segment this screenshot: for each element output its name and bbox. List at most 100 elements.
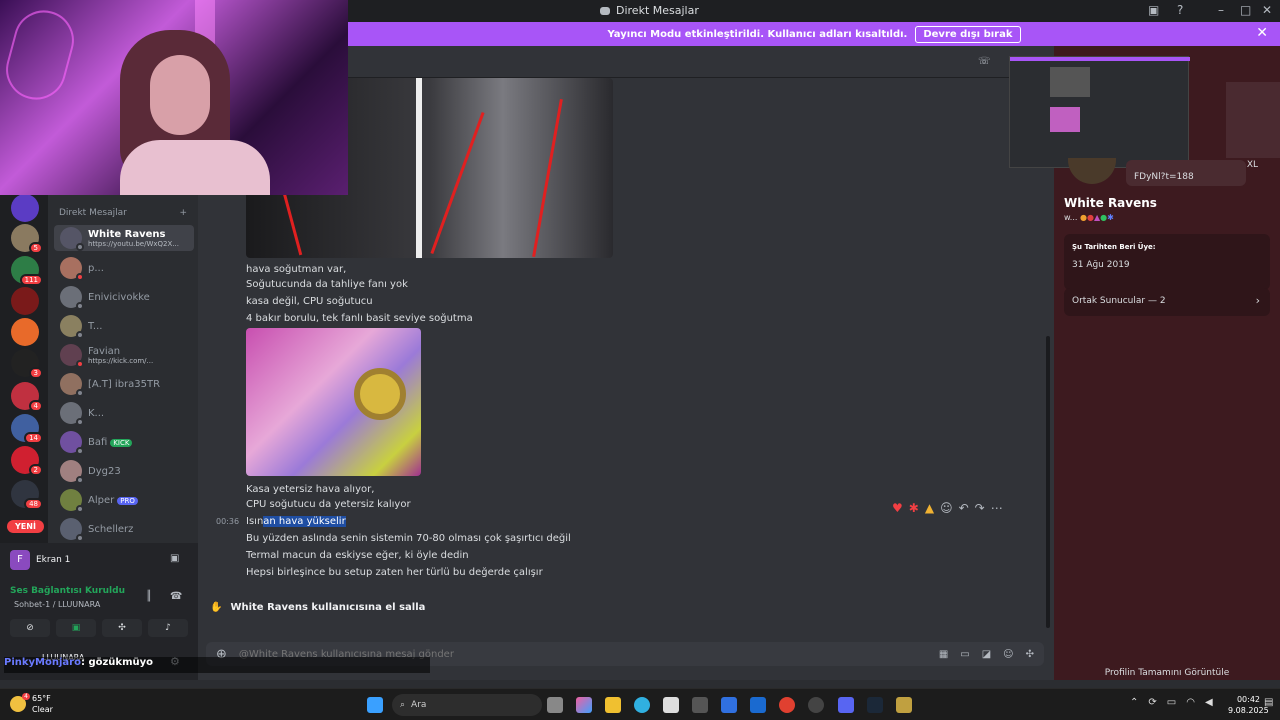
forward-icon[interactable]: ↷ xyxy=(975,501,985,515)
add-reaction-icon[interactable]: ☺ xyxy=(940,501,953,515)
voice-channel[interactable]: Sohbet-1 / LLUUNARA xyxy=(14,600,100,609)
apps-icon[interactable]: ✣ xyxy=(1026,649,1034,660)
dm-item[interactable]: K... xyxy=(54,400,194,426)
steam-icon[interactable] xyxy=(867,697,883,713)
dm-item[interactable]: p... xyxy=(54,255,194,281)
dm-item[interactable]: [A.T] ibra35TR xyxy=(54,371,194,397)
voice-activity-icon[interactable]: ║ xyxy=(146,591,152,602)
gift-icon[interactable]: ▦ xyxy=(939,649,948,660)
server-icon[interactable]: 5 xyxy=(11,224,43,254)
dm-item[interactable]: Bafi KICK xyxy=(54,429,194,455)
sticker-icon[interactable]: ◪ xyxy=(982,649,991,660)
emoji-icon[interactable]: ☺ xyxy=(1003,649,1013,660)
server-icon[interactable]: 48 xyxy=(11,480,43,510)
notification-bell-icon[interactable]: ▤ xyxy=(1264,697,1273,708)
discord-icon xyxy=(600,6,610,15)
server-icon[interactable] xyxy=(11,287,39,315)
activities-button[interactable]: ✣ xyxy=(102,619,142,637)
dm-item[interactable]: T... xyxy=(54,313,194,339)
reply-icon[interactable]: ↶ xyxy=(959,501,969,515)
dm-name: Alper PRO xyxy=(88,495,138,506)
task-view-icon[interactable] xyxy=(547,697,563,713)
volume-icon[interactable]: ◀ xyxy=(1205,697,1213,708)
dm-item[interactable]: Dyg23 xyxy=(54,458,194,484)
maximize-button[interactable]: □ xyxy=(1240,3,1251,17)
new-unread-pill[interactable]: YENİ xyxy=(7,520,44,533)
message-line: hava soğutman var, xyxy=(246,264,347,275)
store-icon[interactable] xyxy=(663,697,679,713)
close-window-button[interactable]: ✕ xyxy=(1262,3,1272,17)
close-banner-icon[interactable]: ✕ xyxy=(1256,25,1268,41)
view-full-profile-link[interactable]: Profilin Tamamını Görüntüle xyxy=(1054,668,1280,678)
voice-status[interactable]: Ses Bağlantısı Kuruldu xyxy=(10,586,125,596)
profile-link-suffix: XL xyxy=(1246,160,1258,170)
popout-icon[interactable]: ▣ xyxy=(170,553,179,564)
dm-status-text: https://kick.com/... xyxy=(88,356,154,365)
edge-icon[interactable] xyxy=(634,697,650,713)
server-icon[interactable]: 2 xyxy=(11,446,43,476)
server-icon[interactable] xyxy=(11,194,39,222)
outlook-icon[interactable] xyxy=(750,697,766,713)
chrome-icon[interactable] xyxy=(779,697,795,713)
overlay-username: PinkyMonjaro xyxy=(4,657,81,668)
mutual-servers-row[interactable]: Ortak Sunucular — 2 › xyxy=(1064,288,1270,316)
gif-icon[interactable]: ▭ xyxy=(960,649,969,660)
avatar xyxy=(60,315,84,339)
dm-item[interactable]: Favian https://kick.com/... xyxy=(54,342,194,368)
discord-icon[interactable] xyxy=(838,697,854,713)
heart-reaction-icon[interactable]: ♥ xyxy=(892,501,903,515)
disconnect-icon[interactable]: ☎ xyxy=(170,591,182,602)
weather-widget[interactable]: 4 65°F Clear xyxy=(10,693,53,715)
thumbs-up-icon[interactable]: ▲ xyxy=(925,501,934,515)
profile-link-chip[interactable]: FDyNl?t=188 XL xyxy=(1126,160,1258,186)
attachment-image-cpu-cooler[interactable] xyxy=(246,328,421,476)
screen-share-button[interactable]: ▣ xyxy=(56,619,96,637)
app-icon[interactable] xyxy=(692,697,708,713)
message-line: 4 bakır borulu, tek fanlı basit seviye s… xyxy=(246,313,473,324)
clock-time: 00:42 xyxy=(1236,695,1260,704)
camera-off-button[interactable]: ⊘ xyxy=(10,619,50,637)
badge-icon: ● xyxy=(1086,213,1094,222)
reaction-icon[interactable]: ✱ xyxy=(909,501,919,515)
more-options-icon[interactable]: ⋯ xyxy=(991,501,1003,515)
server-icon[interactable]: 3 xyxy=(11,349,43,379)
file-explorer-icon[interactable] xyxy=(605,697,621,713)
disable-streamer-mode-button[interactable]: Devre dışı bırak xyxy=(915,25,1021,43)
taskbar-search[interactable]: ⌕ Ara xyxy=(392,694,542,716)
dm-item[interactable]: Schellerz xyxy=(54,516,194,542)
window-title-text: Direkt Mesajlar xyxy=(616,4,699,17)
screen-share-row[interactable]: F Ekran 1 xyxy=(10,550,70,570)
help-icon[interactable]: ? xyxy=(1177,3,1183,17)
app-icon[interactable] xyxy=(808,697,824,713)
scrollbar[interactable] xyxy=(1046,336,1050,628)
dm-item[interactable]: Alper PRO xyxy=(54,487,194,513)
dm-name: T... xyxy=(88,320,103,332)
server-icon[interactable]: 111 xyxy=(11,256,43,286)
inbox-icon[interactable]: ▣ xyxy=(1148,3,1159,17)
app-icon[interactable] xyxy=(896,697,912,713)
copilot-icon[interactable] xyxy=(576,697,592,713)
sync-icon[interactable]: ⟳ xyxy=(1148,697,1156,708)
mention-badge: 3 xyxy=(28,367,43,379)
add-dm-icon[interactable]: + xyxy=(179,208,187,218)
dm-name-text: Alper xyxy=(88,494,115,506)
wifi-icon[interactable]: ◠ xyxy=(1186,697,1195,708)
windows-taskbar: 4 65°F Clear ⌕ Ara ⌃ ⟳ ▭ ◠ ◀ 00:42 9.08.… xyxy=(0,688,1280,720)
minimize-button[interactable]: – xyxy=(1218,3,1224,17)
server-icon[interactable]: 4 xyxy=(11,382,43,412)
dm-item[interactable]: White Ravens https://youtu.be/WxQ2X... xyxy=(54,225,194,251)
dm-item[interactable]: Enivicivokke xyxy=(54,284,194,310)
server-icon[interactable] xyxy=(11,318,39,346)
clock[interactable]: 00:42 9.08.2025 xyxy=(1228,694,1269,716)
voice-call-icon[interactable]: ☏ xyxy=(978,56,991,67)
dm-name: p... xyxy=(88,262,104,274)
server-icon[interactable]: 14 xyxy=(11,414,43,444)
chevron-up-icon[interactable]: ⌃ xyxy=(1130,697,1138,708)
start-button[interactable] xyxy=(367,697,383,713)
profile-banner-preview xyxy=(1009,56,1190,168)
vscode-icon[interactable] xyxy=(721,697,737,713)
wave-prompt[interactable]: ✋ White Ravens kullanıcısına el salla xyxy=(210,602,425,613)
battery-icon[interactable]: ▭ xyxy=(1167,697,1176,708)
weather-moon-icon: 4 xyxy=(10,693,30,712)
soundboard-button[interactable]: ♪ xyxy=(148,619,188,637)
